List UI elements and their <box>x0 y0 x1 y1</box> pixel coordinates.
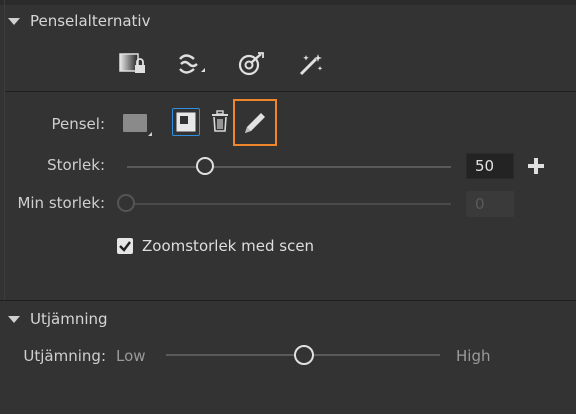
min-size-label: Min storlek: <box>17 194 105 212</box>
brush-label: Pensel: <box>51 115 105 133</box>
collapse-triangle-icon <box>8 17 20 25</box>
new-brush-button[interactable] <box>172 108 200 136</box>
toolrow-divider <box>5 91 576 92</box>
new-brush-icon <box>176 112 196 132</box>
magic-wand-icon <box>299 54 323 76</box>
size-slider-track[interactable] <box>127 166 451 168</box>
target-brush-tool[interactable] <box>233 48 269 80</box>
magic-wand-tool[interactable] <box>293 48 329 80</box>
smoothing-high-label: High <box>456 347 491 365</box>
edit-brush-button[interactable] <box>233 99 277 146</box>
brush-options-title: Penselalternativ <box>30 12 151 30</box>
smoothing-low-label: Low <box>116 347 146 365</box>
brush-lock-icon <box>119 53 145 73</box>
smoothing-slider-thumb[interactable] <box>294 345 314 365</box>
size-increase-button[interactable] <box>526 156 546 176</box>
brush-swap-tool[interactable] <box>173 48 209 80</box>
pencil-icon <box>245 113 265 133</box>
smoothing-title: Utjämning <box>30 310 108 328</box>
size-input[interactable]: 50 <box>466 153 514 179</box>
smoothing-label: Utjämning: <box>23 347 106 365</box>
min-size-slider-track[interactable] <box>127 203 451 205</box>
brush-lock-tool[interactable] <box>115 48 151 80</box>
brush-preset-icon <box>123 114 152 136</box>
zoom-size-label: Zoomstorlek med scen <box>142 237 315 255</box>
brush-preset-picker[interactable] <box>120 112 154 138</box>
brush-swap-icon <box>179 54 205 74</box>
size-slider-thumb[interactable] <box>196 157 214 175</box>
min-size-input[interactable]: 0 <box>466 191 514 217</box>
target-brush-icon <box>238 52 264 76</box>
top-separator <box>0 0 576 5</box>
smoothing-header[interactable]: Utjämning <box>8 310 108 328</box>
section-divider <box>0 300 576 301</box>
delete-brush-button[interactable] <box>209 110 233 136</box>
trash-icon <box>212 110 228 132</box>
zoom-size-checkbox[interactable] <box>117 238 133 254</box>
size-label: Storlek: <box>47 156 105 174</box>
checkmark-icon <box>119 241 131 252</box>
min-size-slider-thumb[interactable] <box>117 194 135 212</box>
panel-left-border <box>4 0 5 300</box>
plus-icon <box>528 158 544 174</box>
collapse-triangle-icon <box>8 315 20 323</box>
brush-options-header[interactable]: Penselalternativ <box>8 12 150 30</box>
